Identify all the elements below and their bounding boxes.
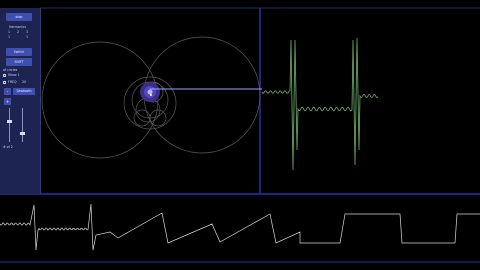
bottom-waveform-trace	[0, 203, 480, 251]
digit-2a: 1	[8, 35, 11, 39]
footer-label: # of 2	[3, 145, 13, 149]
green-waveform-trace	[261, 37, 379, 171]
freq-label: FREQ	[8, 80, 17, 84]
shift-button[interactable]: SHIFT	[6, 58, 32, 66]
large-circle-right	[143, 36, 261, 154]
options-label: of circles	[3, 68, 18, 72]
digit-1a: 1	[8, 30, 11, 34]
show-checkbox[interactable]	[3, 74, 6, 77]
freq-value: 20	[22, 80, 27, 84]
switch-waveform-button[interactable]: Switch Waveform	[6, 48, 32, 62]
slider-knob-right[interactable]	[20, 132, 25, 135]
digit-2b: 1	[26, 35, 29, 39]
harmonics-label: Harmonics	[9, 25, 26, 29]
plus-icon: +	[5, 99, 10, 104]
mode-select[interactable]: Sawtooth	[13, 88, 35, 95]
slider-track-right[interactable]	[22, 108, 23, 142]
epicycle-hub	[140, 82, 160, 102]
freq-checkbox[interactable]	[3, 81, 6, 84]
slider-track-left[interactable]	[9, 108, 10, 142]
minus-icon: -	[6, 89, 9, 94]
control-panel: stop Harmonics 1 2 3 1 1 Switch Waveform…	[0, 8, 41, 194]
large-circle-left	[41, 41, 159, 159]
minus-button[interactable]: -	[4, 88, 11, 95]
digit-1c: 3	[26, 30, 29, 34]
slider-knob-left[interactable]	[7, 120, 12, 123]
visualizer-canvas	[0, 7, 480, 263]
stop-button[interactable]: stop	[6, 13, 32, 21]
digit-1b: 2	[17, 30, 20, 34]
show-checkbox-label: Show 1	[8, 73, 20, 77]
plus-button[interactable]: +	[4, 98, 11, 105]
